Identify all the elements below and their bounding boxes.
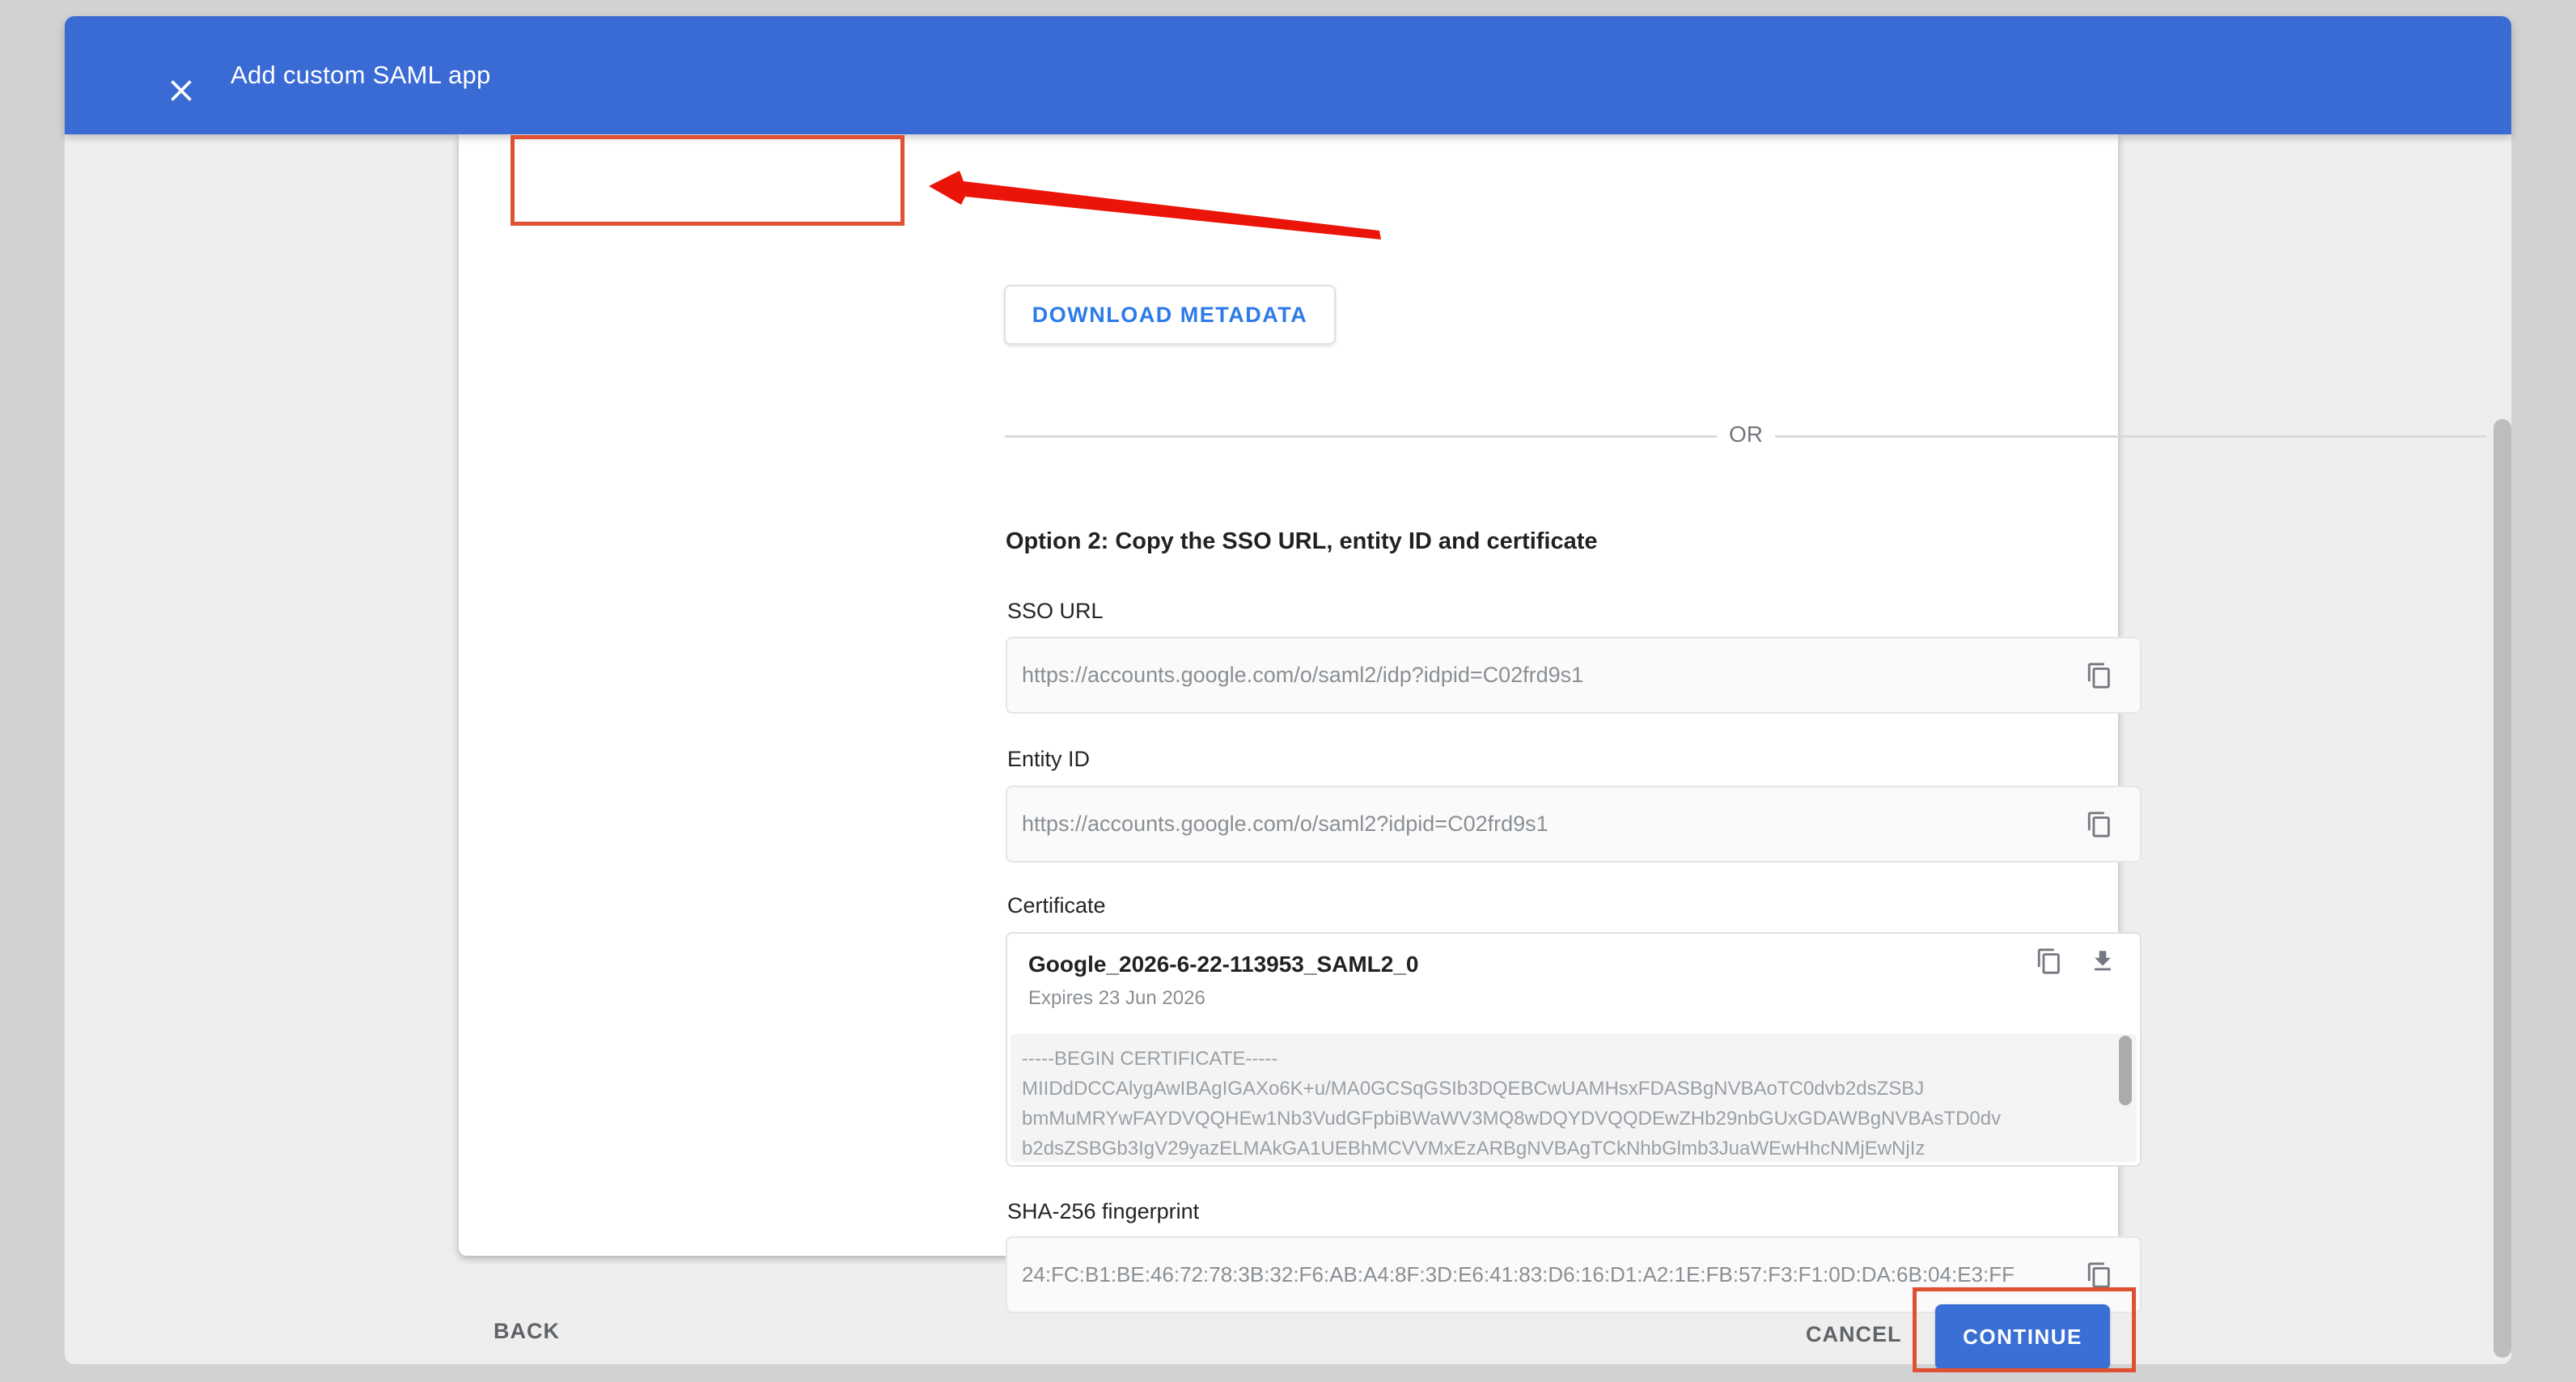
- option2-heading: Option 2: Copy the SSO URL, entity ID an…: [1006, 528, 1598, 555]
- certificate-body-line: bmMuMRYwFAYDVQQHEw1Nb3VudGFpbiBWaWV3MQ8w…: [1022, 1104, 2112, 1134]
- certificate-body-line: b2dsZSBGb3IgV29yazELMAkGA1UEBhMCVVMxEzAR…: [1022, 1134, 2112, 1162]
- certificate-body-line: MIIDdDCCAlygAwIBAgIGAXo6K+u/MA0GCSqGSIb3…: [1022, 1074, 2112, 1104]
- sso-url-label: SSO URL: [1007, 599, 1104, 624]
- copy-icon[interactable]: [2083, 808, 2116, 841]
- cancel-button[interactable]: CANCEL: [1806, 1322, 1902, 1347]
- divider-line-right: [1775, 435, 2486, 438]
- dialog-title: Add custom SAML app: [231, 16, 491, 134]
- sso-url-value: https://accounts.google.com/o/saml2/idp?…: [1022, 663, 2083, 688]
- certificate-card: Google_2026-6-22-113953_SAML2_0 Expires …: [1006, 932, 2142, 1167]
- dialog-header: Add custom SAML app: [65, 16, 2511, 134]
- download-metadata-button[interactable]: DOWNLOAD METADATA: [1004, 285, 1336, 345]
- sha256-fingerprint-label: SHA-256 fingerprint: [1007, 1199, 1199, 1224]
- certificate-expiry: Expires 23 Jun 2026: [1028, 987, 1205, 1010]
- copy-icon[interactable]: [2033, 945, 2065, 977]
- back-button[interactable]: BACK: [494, 1319, 560, 1344]
- entity-id-field: https://accounts.google.com/o/saml2?idpi…: [1006, 786, 2142, 863]
- download-icon[interactable]: [2087, 945, 2119, 977]
- close-icon[interactable]: [163, 73, 199, 108]
- certificate-scrollbar-thumb[interactable]: [2119, 1036, 2132, 1105]
- divider-or-label: OR: [1717, 422, 1775, 447]
- page-scrollbar-thumb[interactable]: [2493, 419, 2511, 1358]
- sha256-fingerprint-value: 24:FC:B1:BE:46:72:78:3B:32:F6:AB:A4:8F:3…: [1022, 1262, 2083, 1287]
- divider-line-left: [1005, 435, 1717, 438]
- sso-url-field: https://accounts.google.com/o/saml2/idp?…: [1006, 637, 2142, 714]
- entity-id-label: Entity ID: [1007, 747, 1090, 772]
- copy-icon[interactable]: [2083, 1259, 2116, 1291]
- copy-icon[interactable]: [2083, 659, 2116, 692]
- certificate-body-line: -----BEGIN CERTIFICATE-----: [1022, 1044, 2112, 1074]
- entity-id-value: https://accounts.google.com/o/saml2?idpi…: [1022, 812, 2083, 837]
- sha256-fingerprint-field: 24:FC:B1:BE:46:72:78:3B:32:F6:AB:A4:8F:3…: [1006, 1236, 2142, 1313]
- certificate-body: -----BEGIN CERTIFICATE----- MIIDdDCCAlyg…: [1010, 1034, 2137, 1162]
- screen: Add custom SAML app DOWNLOAD METADATA OR…: [0, 0, 2576, 1382]
- continue-button[interactable]: CONTINUE: [1935, 1304, 2110, 1370]
- certificate-label: Certificate: [1007, 893, 1106, 918]
- certificate-name: Google_2026-6-22-113953_SAML2_0: [1028, 952, 1419, 977]
- dialog-body-panel: DOWNLOAD METADATA OR Option 2: Copy the …: [459, 134, 2118, 1256]
